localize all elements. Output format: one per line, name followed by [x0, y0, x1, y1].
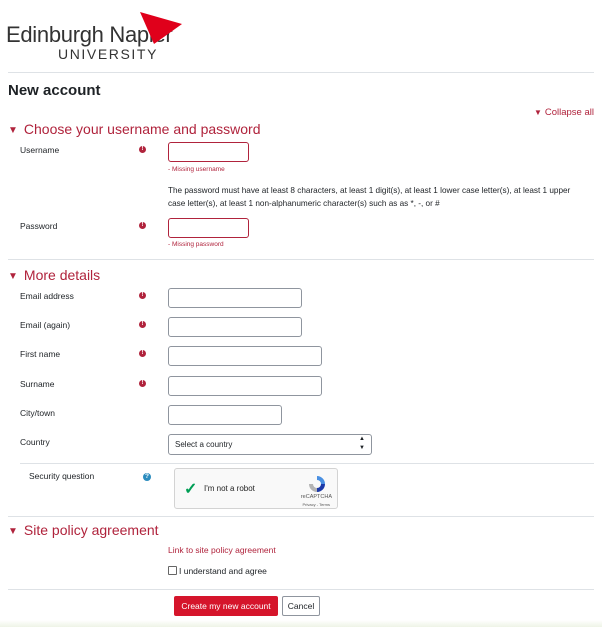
logo-subtitle: UNIVERSITY [58, 46, 159, 62]
create-account-button[interactable]: Create my new account [174, 596, 278, 616]
username-error: - Missing username [168, 166, 225, 173]
country-select[interactable]: Select a country ▲ ▼ [168, 434, 372, 455]
recaptcha-brand: reCAPTCHA [300, 494, 332, 500]
email-again-label: Email (again) [20, 320, 71, 330]
caret-down-icon: ▼ [533, 108, 542, 117]
section-title: More details [23, 267, 101, 283]
checkmark-icon[interactable]: ✓ [184, 479, 197, 499]
section-header-credentials[interactable]: ▼ Choose your username and password [8, 121, 260, 137]
field-divider [20, 463, 594, 464]
help-icon[interactable]: ? [143, 473, 151, 481]
required-icon: ! [139, 321, 146, 328]
password-input[interactable] [168, 218, 249, 238]
email-label: Email address [20, 291, 74, 301]
caret-down-icon: ▼ [8, 271, 18, 282]
username-input[interactable] [168, 142, 249, 162]
password-label: Password [20, 221, 58, 231]
required-icon: ! [139, 146, 146, 153]
country-select-value: Select a country [175, 440, 233, 449]
password-error: - Missing password [168, 241, 224, 248]
city-input[interactable] [168, 405, 282, 425]
password-policy-note: The password must have at least 8 charac… [168, 186, 571, 208]
page-title: New account [8, 82, 101, 99]
required-icon: ! [139, 292, 146, 299]
surname-input[interactable] [168, 376, 322, 396]
security-question-label: Security question [29, 471, 95, 481]
section-title: Site policy agreement [23, 522, 159, 538]
caret-down-icon: ▼ [8, 125, 18, 136]
section-header-policy[interactable]: ▼ Site policy agreement [8, 522, 159, 538]
country-label: Country [20, 437, 50, 447]
site-policy-link[interactable]: Link to site policy agreement [168, 545, 276, 555]
first-name-input[interactable] [168, 346, 322, 366]
section-title: Choose your username and password [23, 121, 261, 137]
city-label: City/town [20, 408, 55, 418]
recaptcha-widget[interactable]: ✓ I'm not a robot reCAPTCHA Privacy - Te… [174, 468, 338, 509]
footer-divider [8, 589, 594, 590]
section-header-details[interactable]: ▼ More details [8, 267, 100, 283]
surname-label: Surname [20, 379, 55, 389]
agree-checkbox[interactable] [168, 566, 177, 575]
collapse-all-label: Collapse all [544, 107, 594, 118]
required-icon: ! [139, 350, 146, 357]
required-icon: ! [139, 380, 146, 387]
cancel-button[interactable]: Cancel [282, 596, 320, 616]
header-divider [8, 72, 594, 73]
select-arrows-icon: ▲ ▼ [359, 436, 365, 451]
email-input[interactable] [168, 288, 302, 308]
page-bottom-fade [0, 620, 602, 627]
collapse-all-link[interactable]: ▼ Collapse all [534, 107, 594, 118]
recaptcha-logo-icon [309, 476, 325, 492]
agree-label: I understand and agree [179, 566, 267, 576]
section-divider [8, 516, 594, 517]
recaptcha-terms-link[interactable]: Privacy - Terms [303, 502, 330, 507]
section-divider [8, 259, 594, 260]
recaptcha-label: I'm not a robot [204, 484, 255, 493]
email-again-input[interactable] [168, 317, 302, 337]
caret-down-icon: ▼ [8, 526, 18, 537]
first-name-label: First name [20, 349, 61, 359]
logo-triangle-icon [140, 12, 182, 44]
required-icon: ! [139, 222, 146, 229]
username-label: Username [20, 145, 60, 155]
